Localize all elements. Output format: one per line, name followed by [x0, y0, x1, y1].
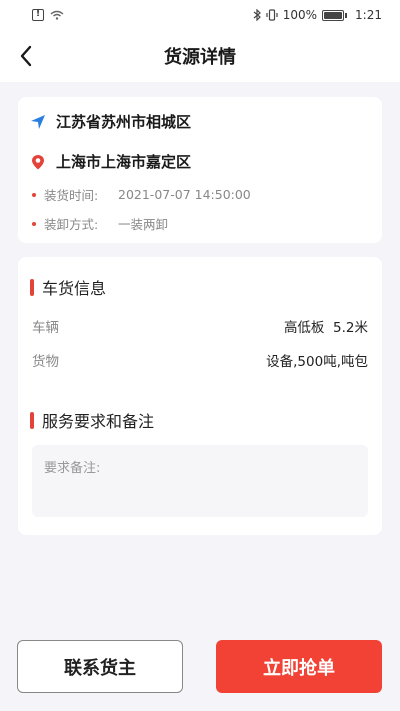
- status-left: !: [32, 9, 64, 21]
- cargo-info-title: 车货信息: [42, 279, 107, 298]
- vehicle-label: 车辆: [32, 320, 59, 336]
- alert-icon: !: [32, 9, 44, 21]
- page-title: 货源详情: [164, 47, 236, 68]
- status-time: 1:21: [355, 8, 382, 22]
- bullet-dot: [32, 221, 36, 226]
- battery-icon: [322, 9, 348, 21]
- goods-row: 货物 设备,500吨,吨包: [32, 350, 368, 370]
- chevron-left-icon: [20, 45, 32, 67]
- grab-order-button[interactable]: 立即抢单: [216, 640, 382, 693]
- back-button[interactable]: [10, 40, 42, 72]
- battery-fill: [324, 11, 343, 19]
- app-header: 货源详情: [0, 30, 400, 82]
- load-mode-label: 装卸方式:: [44, 217, 99, 232]
- load-time-row: 装货时间: 2021-07-07 14:50:00: [32, 185, 251, 204]
- destination-address: 上海市上海市嘉定区: [56, 153, 192, 171]
- goods-value: 设备,500吨,吨包: [266, 354, 368, 370]
- route-card: 江苏省苏州市相城区 上海市上海市嘉定区 装货时间: 2021-07-07 14:…: [18, 97, 382, 243]
- route-destination: 上海市上海市嘉定区: [30, 151, 191, 172]
- bullet-dot: [32, 192, 36, 197]
- vehicle-value: 高低板 5.2米: [283, 320, 368, 336]
- status-right: 100% 1:21: [253, 8, 382, 22]
- contact-owner-button[interactable]: 联系货主: [17, 640, 183, 693]
- load-time-value: 2021-07-07 14:50:00: [118, 187, 251, 202]
- remark-placeholder: 要求备注:: [44, 461, 101, 476]
- cargo-info-heading: 车货信息: [30, 275, 106, 299]
- navigation-arrow-icon: [30, 114, 46, 130]
- vibrate-icon: [266, 9, 278, 21]
- location-pin-icon: [30, 154, 46, 170]
- section-marker: [30, 278, 34, 296]
- remark-field[interactable]: 要求备注:: [32, 445, 368, 517]
- service-heading: 服务要求和备注: [30, 408, 154, 432]
- vehicle-row: 车辆 高低板 5.2米: [32, 316, 368, 336]
- service-title: 服务要求和备注: [42, 412, 155, 431]
- section-marker: [30, 411, 34, 429]
- load-mode-value: 一装两卸: [118, 217, 169, 232]
- cargo-info-card: 车货信息 车辆 高低板 5.2米 货物 设备,500吨,吨包 服务要求和备注 要…: [18, 257, 382, 535]
- cargo-detail-page: ! 100% 1:21 货源详情 江苏省苏州市相城区 上海市上海市嘉定区 装货时…: [0, 0, 400, 711]
- bluetooth-icon: [253, 9, 261, 21]
- wifi-icon: [50, 10, 64, 20]
- origin-address: 江苏省苏州市相城区: [56, 113, 192, 131]
- goods-label: 货物: [32, 354, 59, 370]
- battery-percent: 100%: [282, 8, 318, 22]
- status-bar: ! 100% 1:21: [0, 0, 400, 30]
- load-time-label: 装货时间:: [44, 188, 99, 203]
- load-mode-row: 装卸方式: 一装两卸: [32, 214, 168, 233]
- route-origin: 江苏省苏州市相城区: [30, 111, 191, 132]
